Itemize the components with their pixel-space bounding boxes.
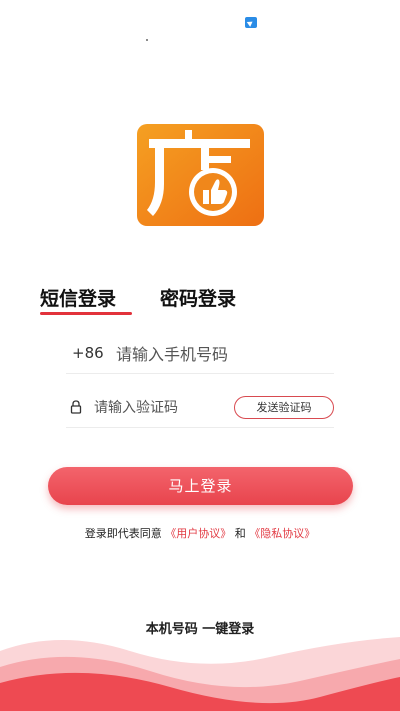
agreement-prefix: 登录即代表同意	[84, 527, 162, 540]
country-code[interactable]: +86	[72, 344, 104, 362]
user-agreement-link[interactable]: 《用户协议》	[165, 527, 231, 540]
phone-input[interactable]	[116, 340, 326, 368]
phone-field-row: +86	[66, 336, 334, 374]
wave-decoration	[0, 637, 400, 711]
status-dot	[146, 39, 148, 41]
privacy-agreement-link[interactable]: 《隐私协议》	[249, 527, 315, 540]
verification-code-input[interactable]	[94, 394, 234, 422]
send-code-button[interactable]: 发送验证码	[234, 396, 334, 419]
code-field-row: 发送验证码	[66, 390, 334, 428]
active-tab-indicator	[40, 312, 132, 315]
agreement-and: 和	[234, 527, 246, 540]
agreement-text: 登录即代表同意 《用户协议》 和 《隐私协议》	[0, 525, 400, 541]
lock-icon	[70, 400, 82, 414]
status-bar	[0, 0, 400, 41]
store-logo	[137, 124, 264, 226]
notification-icon	[245, 17, 257, 28]
login-button[interactable]: 马上登录	[48, 467, 353, 505]
login-screen: 短信登录 密码登录 +86 发送验证码 马上登录 登录即代表同意 《用户协议》 …	[0, 0, 400, 711]
tab-sms-login[interactable]: 短信登录	[40, 284, 116, 311]
tab-password-login[interactable]: 密码登录	[160, 284, 236, 311]
